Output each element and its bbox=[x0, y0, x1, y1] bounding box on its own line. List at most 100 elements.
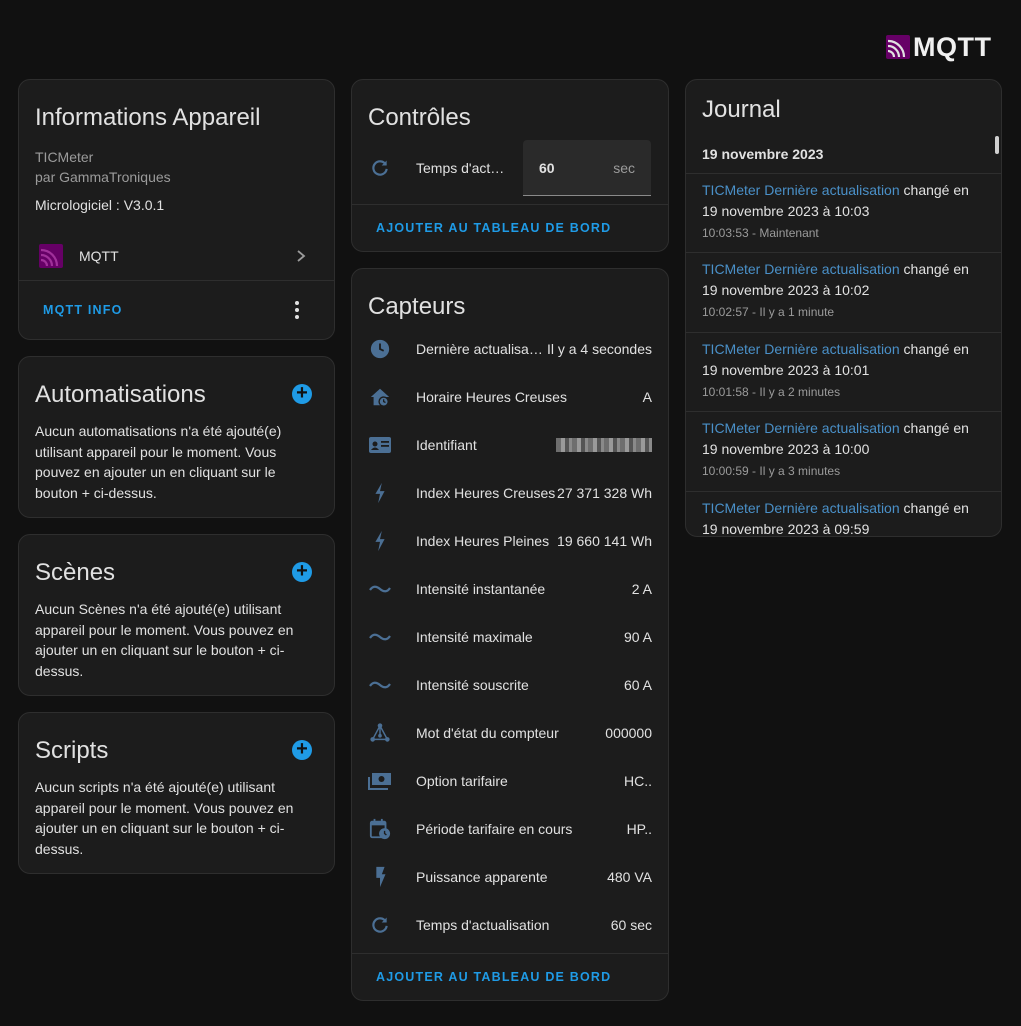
sensors-title: Capteurs bbox=[368, 293, 466, 320]
journal-entry[interactable]: TICMeter Dernière actualisation changé e… bbox=[686, 252, 1001, 333]
flash-icon bbox=[368, 865, 392, 889]
journal-scrollbar[interactable] bbox=[995, 136, 999, 154]
journal-verb: changé en bbox=[903, 420, 969, 436]
journal-timestamp: 10:01:58 - Il y a 2 minutes bbox=[702, 385, 841, 399]
journal-new-value: 19 novembre 2023 à 10:01 bbox=[702, 362, 870, 378]
integration-row-mqtt[interactable]: MQTT bbox=[19, 236, 334, 276]
sensor-value-redacted bbox=[556, 438, 652, 452]
sensor-value: 60 sec bbox=[610, 917, 652, 933]
sensor-value: 000000 bbox=[605, 725, 652, 741]
controls-title: Contrôles bbox=[368, 104, 471, 131]
sensor-value: 60 A bbox=[623, 677, 652, 693]
scenes-card: Scènes + Aucun Scènes n'a été ajouté(e) … bbox=[18, 534, 335, 696]
sensor-row[interactable]: Identifiant bbox=[352, 421, 668, 469]
device-info-title: Informations Appareil bbox=[35, 104, 261, 131]
device-info-divider bbox=[19, 280, 334, 281]
sensor-row[interactable]: Puissance apparente 480 VA bbox=[352, 853, 668, 901]
sensor-row[interactable]: Option tarifaire HC.. bbox=[352, 757, 668, 805]
journal-entry[interactable]: TICMeter Dernière actualisation changé e… bbox=[686, 491, 1001, 537]
sensor-value: 2 A bbox=[631, 581, 652, 597]
journal-entry[interactable]: TICMeter Dernière actualisation changé e… bbox=[686, 332, 1001, 412]
scripts-description: Aucun scripts n'a été ajouté(e) utilisan… bbox=[35, 779, 294, 857]
sensor-row[interactable]: Temps d'actualisation 60 sec bbox=[352, 901, 668, 949]
add-automation-button[interactable]: + bbox=[292, 383, 312, 404]
controls-add-to-dashboard-button[interactable]: AJOUTER AU TABLEAU DE BORD bbox=[376, 221, 611, 235]
controls-divider bbox=[352, 204, 668, 205]
mqtt-integration-icon bbox=[39, 244, 63, 268]
sensors-card: Capteurs Dernière actualisa… Il y a 4 se… bbox=[351, 268, 669, 1001]
automations-title: Automatisations bbox=[35, 381, 206, 408]
sensor-row[interactable]: Dernière actualisa… Il y a 4 secondes bbox=[352, 325, 668, 373]
sensor-row[interactable]: Index Heures Pleines 19 660 141 Wh bbox=[352, 517, 668, 565]
sensor-name: Identifiant bbox=[416, 437, 477, 453]
sensor-value: 90 A bbox=[623, 629, 652, 645]
sensors-divider bbox=[352, 953, 668, 954]
sensor-row[interactable]: Intensité instantanée 2 A bbox=[352, 565, 668, 613]
mqtt-info-button[interactable]: MQTT INFO bbox=[43, 303, 123, 317]
home-clock-icon bbox=[368, 385, 392, 409]
journal-timestamp: 10:02:57 - Il y a 1 minute bbox=[702, 305, 835, 319]
journal-timestamp: 10:00:59 - Il y a 3 minutes bbox=[702, 464, 841, 478]
sensor-row[interactable]: Intensité maximale 90 A bbox=[352, 613, 668, 661]
journal-entity-link[interactable]: TICMeter Dernière actualisation bbox=[702, 420, 900, 436]
calendar-clock-icon bbox=[368, 817, 392, 841]
journal-entry[interactable]: TICMeter Dernière actualisation changé e… bbox=[686, 173, 1001, 253]
more-options-button[interactable] bbox=[290, 299, 304, 321]
refresh-time-input[interactable]: 60 sec bbox=[523, 140, 651, 196]
graph-icon bbox=[368, 721, 392, 745]
current-ac-icon bbox=[368, 673, 392, 697]
lightning-icon bbox=[368, 529, 392, 553]
device-firmware: Micrologiciel : V3.0.1 bbox=[35, 197, 165, 213]
mqtt-logo-icon bbox=[886, 35, 910, 59]
current-ac-icon bbox=[368, 625, 392, 649]
sensor-row[interactable]: Intensité souscrite 60 A bbox=[352, 661, 668, 709]
device-manufacturer: par GammaTroniques bbox=[35, 169, 171, 185]
clock-icon bbox=[368, 337, 392, 361]
journal-entity-link[interactable]: TICMeter Dernière actualisation bbox=[702, 182, 900, 198]
sensor-name: Horaire Heures Creuses bbox=[416, 389, 567, 405]
scripts-title: Scripts bbox=[35, 737, 109, 764]
sensor-name: Intensité instantanée bbox=[416, 581, 546, 597]
refresh-icon bbox=[368, 913, 392, 937]
journal-entry[interactable]: TICMeter Dernière actualisation changé e… bbox=[686, 411, 1001, 492]
sensor-name: Puissance apparente bbox=[416, 869, 548, 885]
journal-new-value: 19 novembre 2023 à 09:59 bbox=[702, 521, 870, 537]
journal-entity-link[interactable]: TICMeter Dernière actualisation bbox=[702, 341, 900, 357]
scenes-description: Aucun Scènes n'a été ajouté(e) utilisant… bbox=[35, 601, 294, 679]
sensor-row[interactable]: Mot d'état du compteur 000000 bbox=[352, 709, 668, 757]
sensor-value: 19 660 141 Wh bbox=[557, 533, 652, 549]
automations-description: Aucun automatisations n'a été ajouté(e) … bbox=[35, 423, 282, 501]
journal-entity-link[interactable]: TICMeter Dernière actualisation bbox=[702, 500, 900, 516]
chevron-right-icon bbox=[297, 250, 306, 262]
id-card-icon bbox=[368, 433, 392, 457]
sensor-row[interactable]: Index Heures Creuses 27 371 328 Wh bbox=[352, 469, 668, 517]
sensor-value: A bbox=[642, 389, 652, 405]
sensors-add-to-dashboard-button[interactable]: AJOUTER AU TABLEAU DE BORD bbox=[376, 970, 611, 984]
sensor-value: Il y a 4 secondes bbox=[546, 341, 652, 357]
sensor-name: Dernière actualisa… bbox=[416, 341, 543, 357]
sensor-value: HC.. bbox=[624, 773, 652, 789]
journal-date-header: 19 novembre 2023 bbox=[702, 146, 824, 162]
lightning-icon bbox=[368, 481, 392, 505]
journal-entity-link[interactable]: TICMeter Dernière actualisation bbox=[702, 261, 900, 277]
journal-entry-text: TICMeter Dernière actualisation changé e… bbox=[702, 339, 981, 381]
current-ac-icon bbox=[368, 577, 392, 601]
journal-entry-text: TICMeter Dernière actualisation changé e… bbox=[702, 180, 981, 222]
dots-vertical-icon bbox=[295, 301, 299, 319]
journal-card: Journal 19 novembre 2023 TICMeter Derniè… bbox=[685, 79, 1002, 537]
device-model: TICMeter bbox=[35, 149, 94, 165]
add-scene-button[interactable]: + bbox=[292, 561, 312, 582]
mqtt-logo-text: MQTT bbox=[913, 31, 992, 62]
sensor-row[interactable]: Période tarifaire en cours HP.. bbox=[352, 805, 668, 853]
journal-entry-text: TICMeter Dernière actualisation changé e… bbox=[702, 259, 981, 301]
mqtt-logo: MQTT bbox=[886, 31, 992, 62]
automations-card: Automatisations + Aucun automatisations … bbox=[18, 356, 335, 518]
refresh-icon bbox=[372, 160, 388, 176]
journal-verb: changé en bbox=[903, 261, 969, 277]
journal-entry-text: TICMeter Dernière actualisation changé e… bbox=[702, 498, 981, 537]
journal-verb: changé en bbox=[903, 500, 969, 516]
integration-label: MQTT bbox=[79, 248, 119, 264]
refresh-time-unit: sec bbox=[613, 160, 635, 176]
sensor-row[interactable]: Horaire Heures Creuses A bbox=[352, 373, 668, 421]
add-script-button[interactable]: + bbox=[292, 739, 312, 760]
